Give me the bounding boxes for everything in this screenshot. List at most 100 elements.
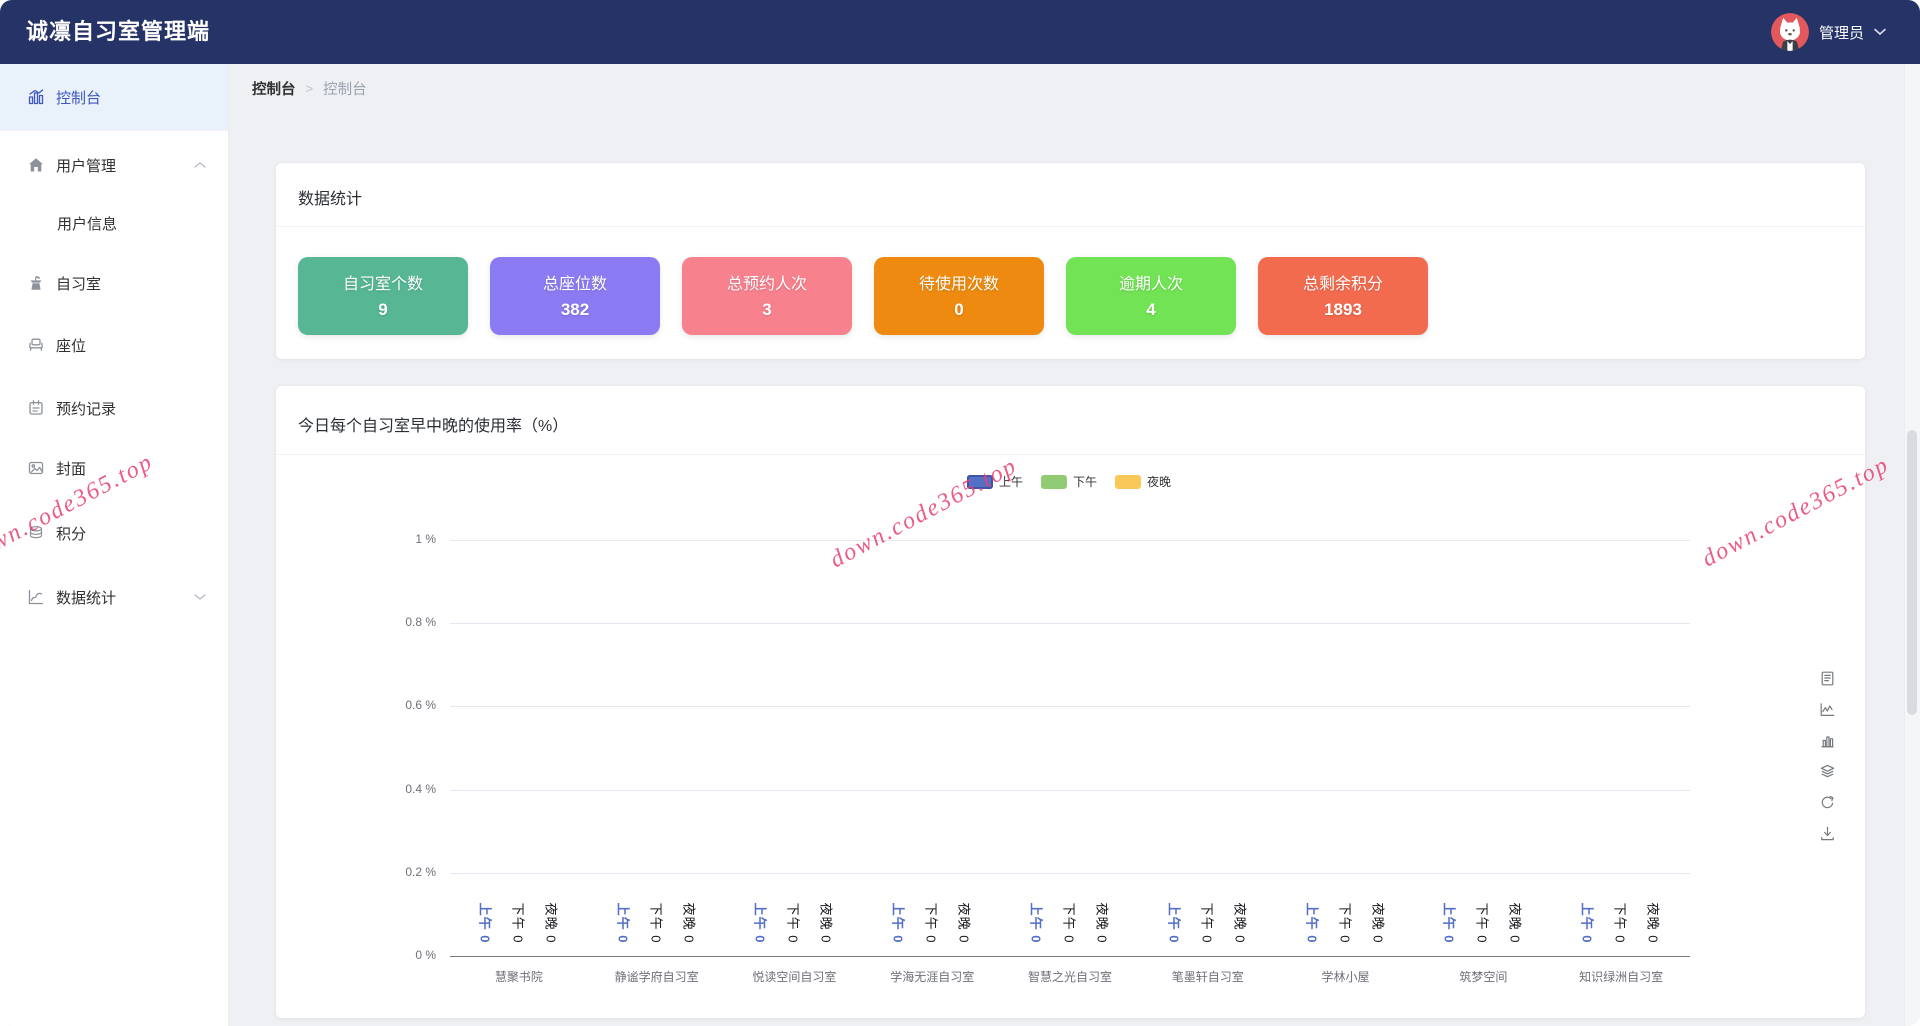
restore-icon[interactable]	[1819, 794, 1836, 811]
scrollbar-thumb[interactable]	[1907, 430, 1917, 715]
breadcrumb: 控制台 > 控制台	[252, 78, 367, 99]
bar-value-label: 下午 0	[1474, 902, 1490, 944]
divider	[276, 226, 1865, 227]
bar-value-label: 下午 0	[923, 902, 939, 944]
chevron-down-icon	[194, 594, 206, 600]
data-view-icon[interactable]	[1819, 670, 1836, 687]
legend-item-夜晚[interactable]: 夜晚	[1115, 473, 1171, 490]
stat-label: 自习室个数	[342, 276, 423, 293]
sidebar-item-label: 封面	[56, 460, 87, 478]
bar-value-label: 下午 0	[785, 902, 801, 944]
stat-label: 总剩余积分	[1302, 276, 1383, 293]
y-axis-tick-label: 0 %	[415, 948, 436, 962]
chart-legend: 上午 下午 夜晚	[966, 473, 1171, 490]
x-category-label: 学林小屋	[1321, 970, 1370, 984]
x-category-label: 静谧学府自习室	[614, 970, 699, 984]
x-category-label: 知识绿洲自习室	[1579, 970, 1664, 984]
y-axis-tick-label: 0.6 %	[405, 698, 436, 713]
gridline	[450, 872, 1690, 874]
breadcrumb-separator: >	[305, 81, 314, 96]
stat-value: 0	[954, 300, 964, 319]
sidebar-item-statistics[interactable]: 数据统计	[0, 580, 228, 614]
download-icon[interactable]	[1819, 825, 1836, 842]
coins-icon	[29, 526, 43, 539]
breadcrumb-root[interactable]: 控制台	[252, 78, 296, 99]
usage-bar-chart: 上午 下午 夜晚 1 % 0.8 % 0.6 % 0.4 % 0.2 % 0 %…	[276, 386, 1865, 1018]
avatar[interactable]	[1770, 13, 1809, 51]
legend-swatch	[966, 474, 993, 489]
stat-card-reservations: 总预约人次 3	[682, 257, 852, 335]
line-chart-icon[interactable]	[1819, 701, 1836, 718]
home-icon	[29, 158, 43, 172]
user-name: 管理员	[1818, 24, 1864, 42]
x-category-label: 笔墨轩自习室	[1171, 970, 1244, 984]
stat-card-row: 自习室个数 9 总座位数 382 总预约人次 3 待使用次数 0 逾期人次 4 …	[298, 257, 1428, 335]
line-chart-icon	[28, 589, 44, 605]
x-axis-line	[450, 956, 1690, 957]
top-header: 诚凛自习室管理端 管理员	[0, 0, 1920, 64]
bar-value-label: 夜晚 0	[1094, 902, 1110, 944]
gridline	[450, 706, 1690, 708]
user-menu[interactable]: 管理员	[1770, 0, 1886, 64]
bar-value-label: 下午 0	[510, 902, 526, 944]
stat-value: 3	[762, 300, 772, 319]
bar-value-label: 夜晚 0	[956, 902, 972, 944]
y-axis-tick-label: 1 %	[415, 532, 436, 546]
stack-icon[interactable]	[1819, 763, 1836, 780]
stat-card-points: 总剩余积分 1893	[1258, 257, 1428, 335]
stat-card-seats: 总座位数 382	[490, 257, 660, 335]
chevron-up-icon	[194, 162, 206, 168]
bar-value-label: 下午 0	[1612, 902, 1628, 944]
bar-value-label: 下午 0	[1199, 902, 1215, 944]
stat-label: 待使用次数	[918, 276, 999, 293]
bar-value-label: 夜晚 0	[1232, 902, 1248, 944]
legend-item-上午[interactable]: 上午	[966, 473, 1023, 490]
bar-value-label: 上午 0	[1304, 902, 1320, 944]
sidebar-item-reservations[interactable]: 预约记录	[0, 391, 228, 425]
sidebar-item-cover[interactable]: 封面	[0, 451, 228, 485]
sidebar-item-study-room[interactable]: 自习室	[0, 266, 228, 300]
bar-value-label: 夜晚 0	[1370, 902, 1386, 944]
calendar-icon	[29, 400, 43, 415]
app-window: 诚凛自习室管理端 管理员 控制台 用户管理 用户信息 自习室 座位 预约记录 封…	[0, 0, 1920, 1026]
gridline	[450, 789, 1690, 791]
sidebar-item-label: 用户信息	[57, 215, 118, 233]
stat-value: 4	[1146, 300, 1156, 319]
bar-value-label: 上午 0	[752, 902, 768, 944]
sidebar-item-dashboard[interactable]: 控制台	[0, 64, 228, 131]
sidebar-item-user-info[interactable]: 用户信息	[0, 206, 228, 240]
chart-toolbox	[1819, 670, 1836, 842]
sidebar-item-label: 数据统计	[56, 589, 117, 607]
stat-card-overdue: 逾期人次 4	[1066, 257, 1236, 335]
bar-value-label: 夜晚 0	[818, 902, 834, 944]
stat-card-pending: 待使用次数 0	[874, 257, 1044, 335]
sidebar-item-points[interactable]: 积分	[0, 516, 228, 550]
sidebar-item-user-management[interactable]: 用户管理	[0, 148, 228, 182]
y-axis-tick-label: 0.8 %	[405, 615, 436, 630]
x-category-label: 筑梦空间	[1459, 970, 1508, 984]
bar-value-label: 夜晚 0	[681, 902, 697, 944]
stat-value: 1893	[1324, 300, 1362, 319]
stat-value: 382	[560, 300, 590, 319]
x-category-label: 学海无涯自习室	[890, 970, 975, 984]
bar-value-label: 夜晚 0	[1507, 902, 1523, 944]
bar-value-label: 上午 0	[890, 902, 906, 944]
bar-chart-icon[interactable]	[1819, 732, 1836, 749]
stat-value: 9	[378, 300, 388, 319]
legend-item-下午[interactable]: 下午	[1040, 473, 1097, 490]
gridline	[450, 623, 1690, 625]
bar-value-label: 上午 0	[477, 902, 493, 944]
sidebar-item-label: 自习室	[56, 275, 102, 293]
y-axis-tick-label: 0.2 %	[405, 864, 436, 879]
stats-panel-title: 数据统计	[298, 191, 363, 208]
lectern-icon	[30, 275, 42, 290]
bar-value-label: 下午 0	[1337, 902, 1353, 944]
stat-label: 总座位数	[542, 276, 607, 293]
x-category-label: 悦读空间自习室	[752, 970, 837, 984]
bar-value-label: 上午 0	[1028, 902, 1044, 944]
sidebar-item-seat[interactable]: 座位	[0, 328, 228, 362]
bar-value-label: 夜晚 0	[1645, 902, 1661, 944]
breadcrumb-current: 控制台	[323, 82, 367, 98]
dashboard-chart-icon	[28, 89, 44, 105]
sidebar-item-label: 预约记录	[56, 400, 117, 418]
